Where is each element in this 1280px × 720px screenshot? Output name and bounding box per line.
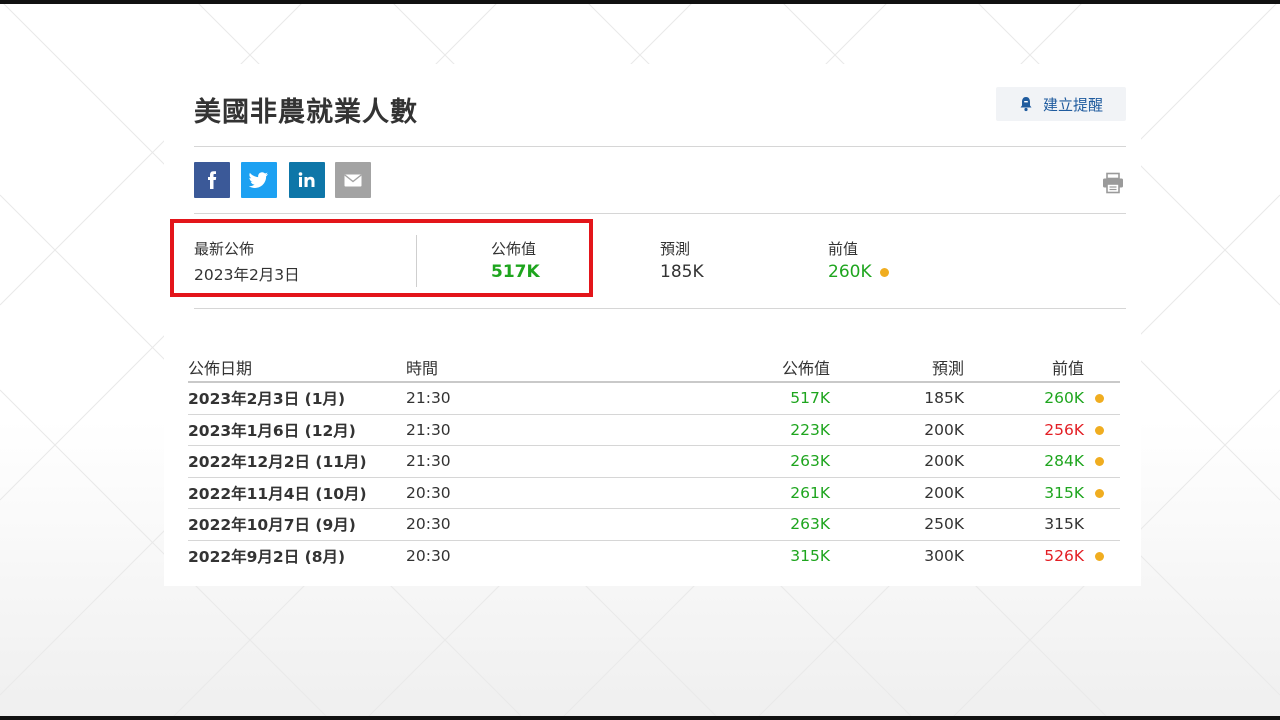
summary-divider-bottom <box>194 308 1126 309</box>
row-time: 20:30 <box>406 483 451 502</box>
row-time: 21:30 <box>406 420 451 439</box>
share-linkedin-button[interactable] <box>289 162 325 198</box>
revised-dot-icon <box>1095 484 1104 502</box>
row-actual: 315K <box>790 547 830 566</box>
linkedin-icon <box>298 172 315 187</box>
row-actual: 263K <box>790 452 830 471</box>
row-release-date: 2023年1月6日 (12月) <box>188 421 356 440</box>
header-time[interactable]: 時間 <box>406 355 438 379</box>
frame-top-border <box>0 0 1280 4</box>
row-previous: 315K <box>1044 483 1084 502</box>
row-time: 20:30 <box>406 515 451 534</box>
summary-divider <box>416 235 417 287</box>
row-time: 21:30 <box>406 452 451 471</box>
twitter-icon <box>249 172 268 188</box>
row-release-date: 2023年2月3日 (1月) <box>188 390 346 409</box>
table-header: 公佈日期 時間 公佈值 預測 前值 <box>188 352 1120 383</box>
share-twitter-button[interactable] <box>241 162 277 198</box>
row-forecast: 200K <box>924 452 964 471</box>
revised-dot-icon <box>1095 421 1104 439</box>
row-previous: 284K <box>1044 452 1084 471</box>
create-alert-button[interactable]: 建立提醒 <box>996 87 1126 121</box>
row-actual: 261K <box>790 483 830 502</box>
share-email-button[interactable] <box>335 162 371 198</box>
forecast-value: 185K <box>660 262 704 282</box>
row-release-date: 2022年12月2日 (11月) <box>188 453 367 472</box>
row-forecast: 300K <box>924 547 964 566</box>
facebook-icon <box>208 171 217 189</box>
row-actual: 517K <box>790 389 830 408</box>
table-row: 2022年12月2日 (11月) 21:30 263K 200K 284K <box>188 446 1120 478</box>
row-forecast: 200K <box>924 420 964 439</box>
row-release-date: 2022年9月2日 (8月) <box>188 548 346 567</box>
share-divider <box>194 213 1126 214</box>
previous-value: 260K <box>828 262 889 282</box>
title-divider <box>194 146 1126 147</box>
print-icon[interactable] <box>1102 172 1124 194</box>
share-facebook-button[interactable] <box>194 162 230 198</box>
row-previous: 256K <box>1044 420 1084 439</box>
header-previous[interactable]: 前值 <box>1052 355 1084 379</box>
revised-dot-icon <box>1095 452 1104 470</box>
indicator-card: 美國非農就業人數 建立提醒 最新公佈 2023年2月3日 公佈值 517K 預測… <box>164 64 1141 586</box>
actual-value: 517K <box>491 262 540 282</box>
create-alert-label: 建立提醒 <box>1042 95 1103 114</box>
header-release-date[interactable]: 公佈日期 <box>188 355 252 379</box>
forecast-label: 預測 <box>660 240 691 258</box>
row-previous: 260K <box>1044 389 1084 408</box>
row-release-date: 2022年11月4日 (10月) <box>188 484 367 503</box>
row-previous: 315K <box>1044 515 1084 534</box>
table-row: 2023年2月3日 (1月) 21:30 517K 185K 260K <box>188 383 1120 415</box>
latest-release-label: 最新公佈 <box>194 240 255 258</box>
table-row: 2022年11月4日 (10月) 20:30 261K 200K 315K <box>188 478 1120 509</box>
row-forecast: 185K <box>924 389 964 408</box>
row-forecast: 200K <box>924 483 964 502</box>
actual-label: 公佈值 <box>491 240 537 258</box>
header-forecast[interactable]: 預測 <box>932 355 964 379</box>
release-history-table: 公佈日期 時間 公佈值 預測 前值 2023年2月3日 (1月) 21:30 517… <box>188 352 1120 572</box>
previous-value-text: 260K <box>828 262 872 282</box>
frame-bottom-border <box>0 716 1280 720</box>
header-actual[interactable]: 公佈值 <box>782 355 830 379</box>
page-title: 美國非農就業人數 <box>194 97 418 128</box>
revised-dot-icon <box>1095 389 1104 407</box>
bell-icon <box>1020 97 1032 112</box>
row-forecast: 250K <box>924 515 964 534</box>
table-row: 2022年10月7日 (9月) 20:30 263K 250K 315K <box>188 509 1120 541</box>
row-actual: 263K <box>790 515 830 534</box>
table-row: 2023年1月6日 (12月) 21:30 223K 200K 256K <box>188 415 1120 446</box>
row-time: 20:30 <box>406 547 451 566</box>
row-actual: 223K <box>790 420 830 439</box>
row-previous: 526K <box>1044 547 1084 566</box>
table-body: 2023年2月3日 (1月) 21:30 517K 185K 260K 2023年1月6日… <box>188 383 1120 572</box>
row-time: 21:30 <box>406 389 451 408</box>
revised-dot-icon <box>879 267 889 277</box>
previous-label: 前值 <box>828 240 859 258</box>
row-release-date: 2022年10月7日 (9月) <box>188 516 356 535</box>
revised-dot-icon <box>1095 547 1104 565</box>
latest-release-date: 2023年2月3日 <box>194 266 300 284</box>
table-row: 2022年9月2日 (8月) 20:30 315K 300K 526K <box>188 541 1120 573</box>
envelope-icon <box>344 173 362 186</box>
